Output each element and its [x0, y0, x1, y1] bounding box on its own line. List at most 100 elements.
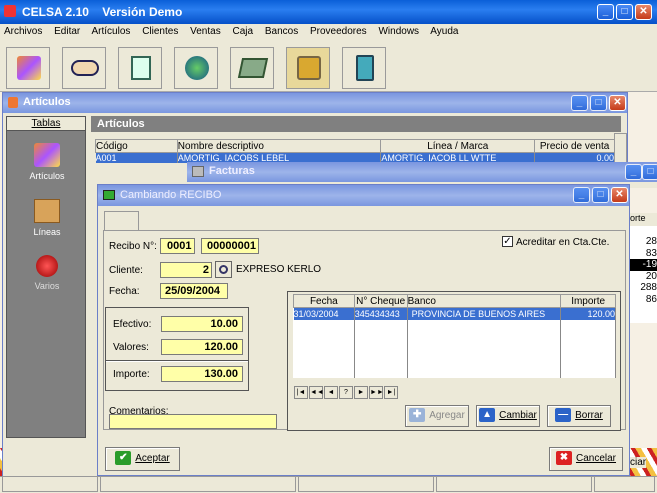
- toolbar-proveedores-button[interactable]: [230, 47, 274, 89]
- menu-bancos[interactable]: Bancos: [265, 26, 298, 37]
- clientes-handshake-icon: [71, 60, 99, 76]
- menu-articulos[interactable]: Artículos: [92, 26, 131, 37]
- menu-windows[interactable]: Windows: [378, 26, 419, 37]
- cancelar-button[interactable]: ✖ Cancelar: [549, 447, 623, 471]
- menu-ventas[interactable]: Ventas: [190, 26, 221, 37]
- valores-label: Valores:: [113, 342, 149, 353]
- recibo-maximize-button[interactable]: □: [592, 187, 609, 203]
- borrar-button[interactable]: — Borrar: [547, 405, 611, 427]
- comentarios-field[interactable]: [109, 414, 277, 429]
- nav-next-page-button[interactable]: ►►: [369, 386, 384, 399]
- recibo-titlebar: Cambiando RECIBO _ □ ✕: [98, 185, 629, 206]
- facturas-minimize-button[interactable]: _: [625, 164, 642, 180]
- recibo-dialog: Cambiando RECIBO _ □ ✕ Recibo N°: 0001 0…: [97, 184, 630, 476]
- recibo-numero-field[interactable]: 00000001: [201, 238, 259, 254]
- importe-field[interactable]: 130.00: [161, 366, 243, 382]
- nav-help-button[interactable]: ?: [339, 386, 353, 399]
- col-codigo[interactable]: Código: [95, 139, 178, 153]
- right-scrollbar[interactable]: [614, 133, 627, 163]
- menu-ayuda[interactable]: Ayuda: [430, 26, 458, 37]
- efectivo-field[interactable]: 10.00: [161, 316, 243, 332]
- cell-codigo: A001: [95, 152, 178, 163]
- sidebar-item-lineas[interactable]: Líneas: [17, 199, 77, 237]
- menu-caja[interactable]: Caja: [232, 26, 253, 37]
- articulos-minimize-button[interactable]: _: [571, 95, 588, 111]
- sidebar-label-varios: Varios: [34, 281, 60, 291]
- col-nombre[interactable]: Nombre descriptivo: [176, 139, 382, 153]
- cliente-search-button[interactable]: [215, 261, 232, 278]
- documento-icon: [131, 56, 151, 80]
- app-titlebar: CELSA 2.10 Versión Demo _ □ ✕: [0, 0, 657, 24]
- articulos-close-button[interactable]: ✕: [609, 95, 626, 111]
- sidebar-label-articulos: Artículos: [29, 171, 65, 181]
- importe-value: 86: [645, 293, 657, 305]
- col-fecha[interactable]: Fecha: [293, 294, 355, 308]
- cancel-x-icon: ✖: [555, 451, 572, 466]
- toolbar-clientes-button[interactable]: [62, 47, 106, 89]
- nav-prev-page-button[interactable]: ◄◄: [309, 386, 324, 399]
- varios-icon: [36, 255, 58, 277]
- cliente-code-field[interactable]: 2: [160, 262, 212, 278]
- nav-first-button[interactable]: |◄: [294, 386, 308, 399]
- cheques-grid: Fecha N° Cheque Banco Importe 31/03/2004…: [293, 294, 616, 378]
- close-button[interactable]: ✕: [635, 4, 652, 20]
- sidebar-item-articulos[interactable]: Artículos: [17, 143, 77, 181]
- col-cheque[interactable]: N° Cheque: [353, 294, 408, 308]
- toolbar-calculadora-button[interactable]: [342, 47, 386, 89]
- facturas-titlebar: Facturas _ □: [187, 162, 657, 182]
- agregar-button[interactable]: ✚ Agregar: [405, 405, 469, 427]
- acreditar-checkbox[interactable]: ✓: [502, 236, 513, 247]
- nav-prev-button[interactable]: ◄: [324, 386, 338, 399]
- recibo-close-button[interactable]: ✕: [611, 187, 628, 203]
- cell-cheque: 345434343: [354, 307, 408, 320]
- totales-divider: [106, 360, 248, 362]
- status-panel-3: [298, 476, 434, 492]
- maximize-button[interactable]: □: [616, 4, 633, 20]
- cell-banco: PROVINCIA DE BUENOS AIRES: [407, 307, 562, 320]
- agregar-icon: ✚: [409, 408, 426, 423]
- recibo-title: Cambiando RECIBO: [120, 189, 222, 201]
- importe-value: -19: [630, 259, 657, 271]
- menu-proveedores[interactable]: Proveedores: [310, 26, 367, 37]
- cliente-name: EXPRESO KERLO: [236, 264, 322, 275]
- dialog-tab[interactable]: [104, 211, 139, 231]
- aceptar-button[interactable]: ✔ Aceptar: [105, 447, 180, 471]
- right-edge-label: ciar: [630, 457, 647, 468]
- recibo-icon: [103, 190, 115, 200]
- recibo-minimize-button[interactable]: _: [573, 187, 590, 203]
- toolbar-articulos-button[interactable]: [6, 47, 50, 89]
- menu-bar: Archivos Editar Artículos Clientes Venta…: [0, 24, 657, 42]
- valores-field[interactable]: 120.00: [161, 339, 243, 355]
- cambiar-button[interactable]: ▲ Cambiar: [476, 405, 540, 427]
- nav-next-button[interactable]: ►: [354, 386, 368, 399]
- sidebar-item-varios[interactable]: Varios: [17, 255, 77, 291]
- importe-value: 288: [640, 282, 657, 293]
- tablas-sidebar: Tablas Artículos Líneas Varios: [6, 116, 86, 438]
- check-icon: ✔: [115, 451, 132, 466]
- calculadora-icon: [356, 55, 374, 81]
- col-precio[interactable]: Precio de venta: [534, 139, 615, 153]
- col-importe[interactable]: Importe: [560, 294, 616, 308]
- toolbar-documento-button[interactable]: [118, 47, 162, 89]
- col-linea[interactable]: Línea / Marca: [380, 139, 536, 153]
- sidebar-label-lineas: Líneas: [33, 227, 61, 237]
- recibo-serie-field[interactable]: 0001: [160, 238, 195, 254]
- nav-last-button[interactable]: ►|: [384, 386, 398, 399]
- toolbar-bancos-button[interactable]: [174, 47, 218, 89]
- articulos-maximize-button[interactable]: □: [590, 95, 607, 111]
- menu-archivos[interactable]: Archivos: [4, 26, 42, 37]
- fecha-field[interactable]: 25/09/2004: [160, 283, 228, 299]
- table-row[interactable]: 31/03/2004 345434343 PROVINCIA DE BUENOS…: [293, 307, 616, 320]
- efectivo-label: Efectivo:: [113, 319, 152, 330]
- menu-clientes[interactable]: Clientes: [142, 26, 178, 37]
- lineas-box-icon: [34, 199, 60, 223]
- toolbar-caja-button[interactable]: [286, 47, 330, 89]
- cell-fecha: 31/03/2004: [293, 307, 355, 320]
- cancelar-label: Cancelar: [575, 453, 617, 464]
- col-banco[interactable]: Banco: [406, 294, 562, 308]
- articulos-panel-title: Artículos: [97, 118, 145, 130]
- menu-editar[interactable]: Editar: [54, 26, 80, 37]
- importe-label: Importe:: [113, 369, 150, 380]
- facturas-maximize-button[interactable]: □: [642, 164, 657, 180]
- minimize-button[interactable]: _: [597, 4, 614, 20]
